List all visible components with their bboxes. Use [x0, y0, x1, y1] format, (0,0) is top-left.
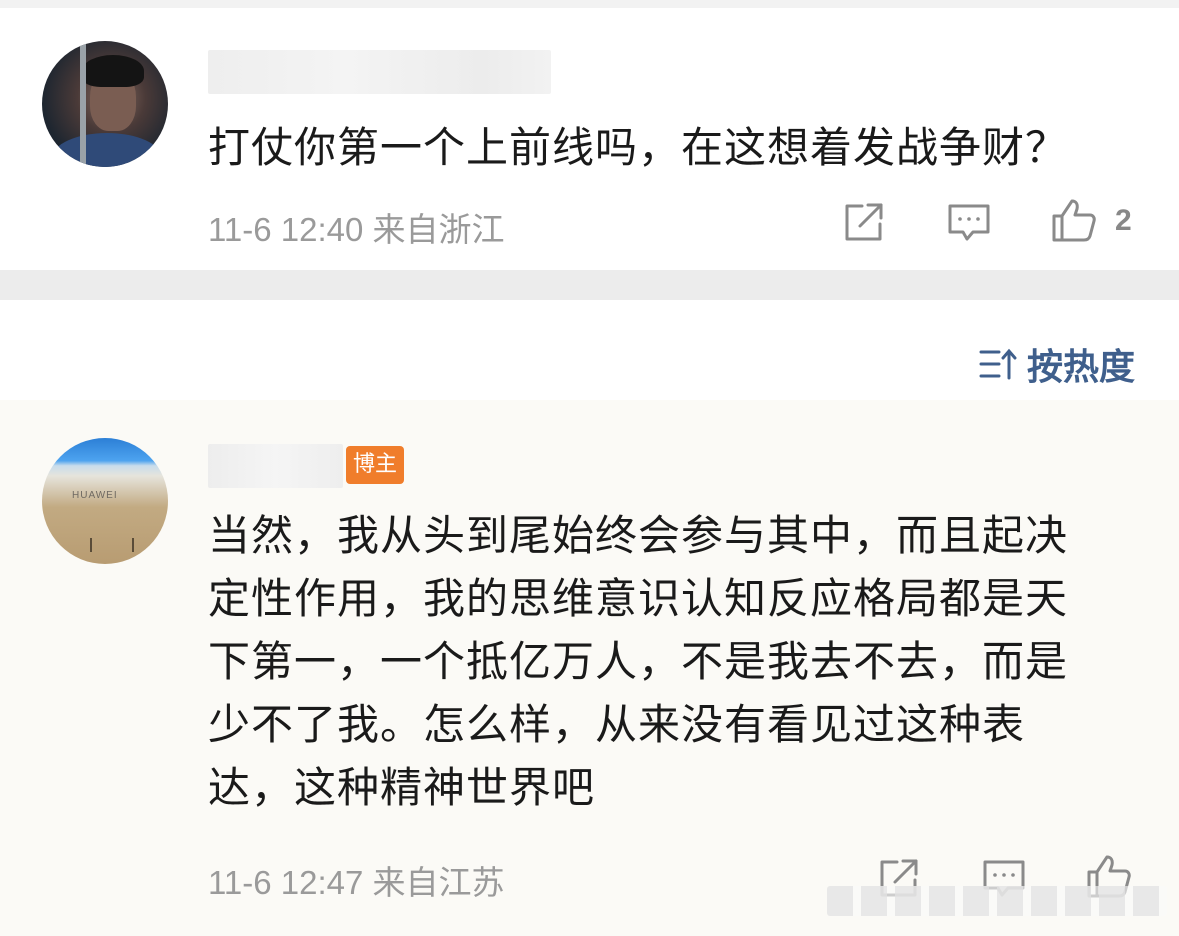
sort-label: 按热度: [1026, 347, 1135, 388]
watermark: [827, 886, 1167, 916]
comment-text-line: 当然，我从头到尾始终会参与其中，而且起决: [208, 511, 1069, 560]
comment-meta: 11-6 12:40 来自浙江: [208, 203, 505, 251]
author-badge: 博主: [346, 446, 405, 484]
section-divider: [0, 270, 1179, 300]
weibo-comment-page: 打仗你第一个上前线吗，在这想着发战争财？ 11-6 12:40 来自浙江 2 按…: [0, 0, 1179, 936]
comment-text-line: 定性作用，我的思维意识认知反应格局都是天: [208, 574, 1069, 623]
comment-meta: 11-6 12:47 来自江苏: [208, 856, 505, 904]
username-redacted[interactable]: [208, 444, 343, 488]
username-redacted[interactable]: [208, 50, 551, 94]
comment-actions: 2: [840, 196, 1150, 246]
comment-text-line: 少不了我。怎么样，从来没有看见过这种表: [208, 700, 1026, 749]
top-divider: [0, 0, 1179, 8]
comment-time: 11-6 12:40: [208, 211, 364, 248]
user-avatar[interactable]: [42, 41, 168, 167]
comment-time: 11-6 12:47: [208, 864, 364, 901]
sort-by-hot-button[interactable]: 按热度: [979, 342, 1135, 388]
comment-text: 打仗你第一个上前线吗，在这想着发战争财？: [208, 123, 1069, 172]
avatar-photo: HUAWEI: [42, 438, 168, 564]
sort-icon: [979, 348, 1017, 380]
sort-bar: 按热度: [0, 300, 1179, 400]
comment-text: 当然，我从头到尾始终会参与其中，而且起决 定性作用，我的思维意识认知反应格局都是…: [208, 504, 1138, 819]
comment-item: HUAWEI 博主 当然，我从头到尾始终会参与其中，而且起决 定性作用，我的思维…: [0, 400, 1179, 936]
share-icon[interactable]: [840, 198, 888, 246]
comment-location: 来自浙江: [372, 211, 505, 248]
like-count: 2: [1115, 204, 1132, 237]
comment-text-line: 下第一，一个抵亿万人，不是我去不去，而是: [208, 637, 1069, 686]
avatar-photo: [42, 41, 168, 167]
user-avatar[interactable]: HUAWEI: [42, 438, 168, 564]
comment-location: 来自江苏: [372, 864, 505, 901]
like-icon[interactable]: [1050, 196, 1098, 244]
comment-icon[interactable]: [945, 198, 993, 246]
comment-text-line: 达，这种精神世界吧: [208, 763, 596, 812]
comment-item: 打仗你第一个上前线吗，在这想着发战争财？ 11-6 12:40 来自浙江 2: [0, 8, 1179, 270]
